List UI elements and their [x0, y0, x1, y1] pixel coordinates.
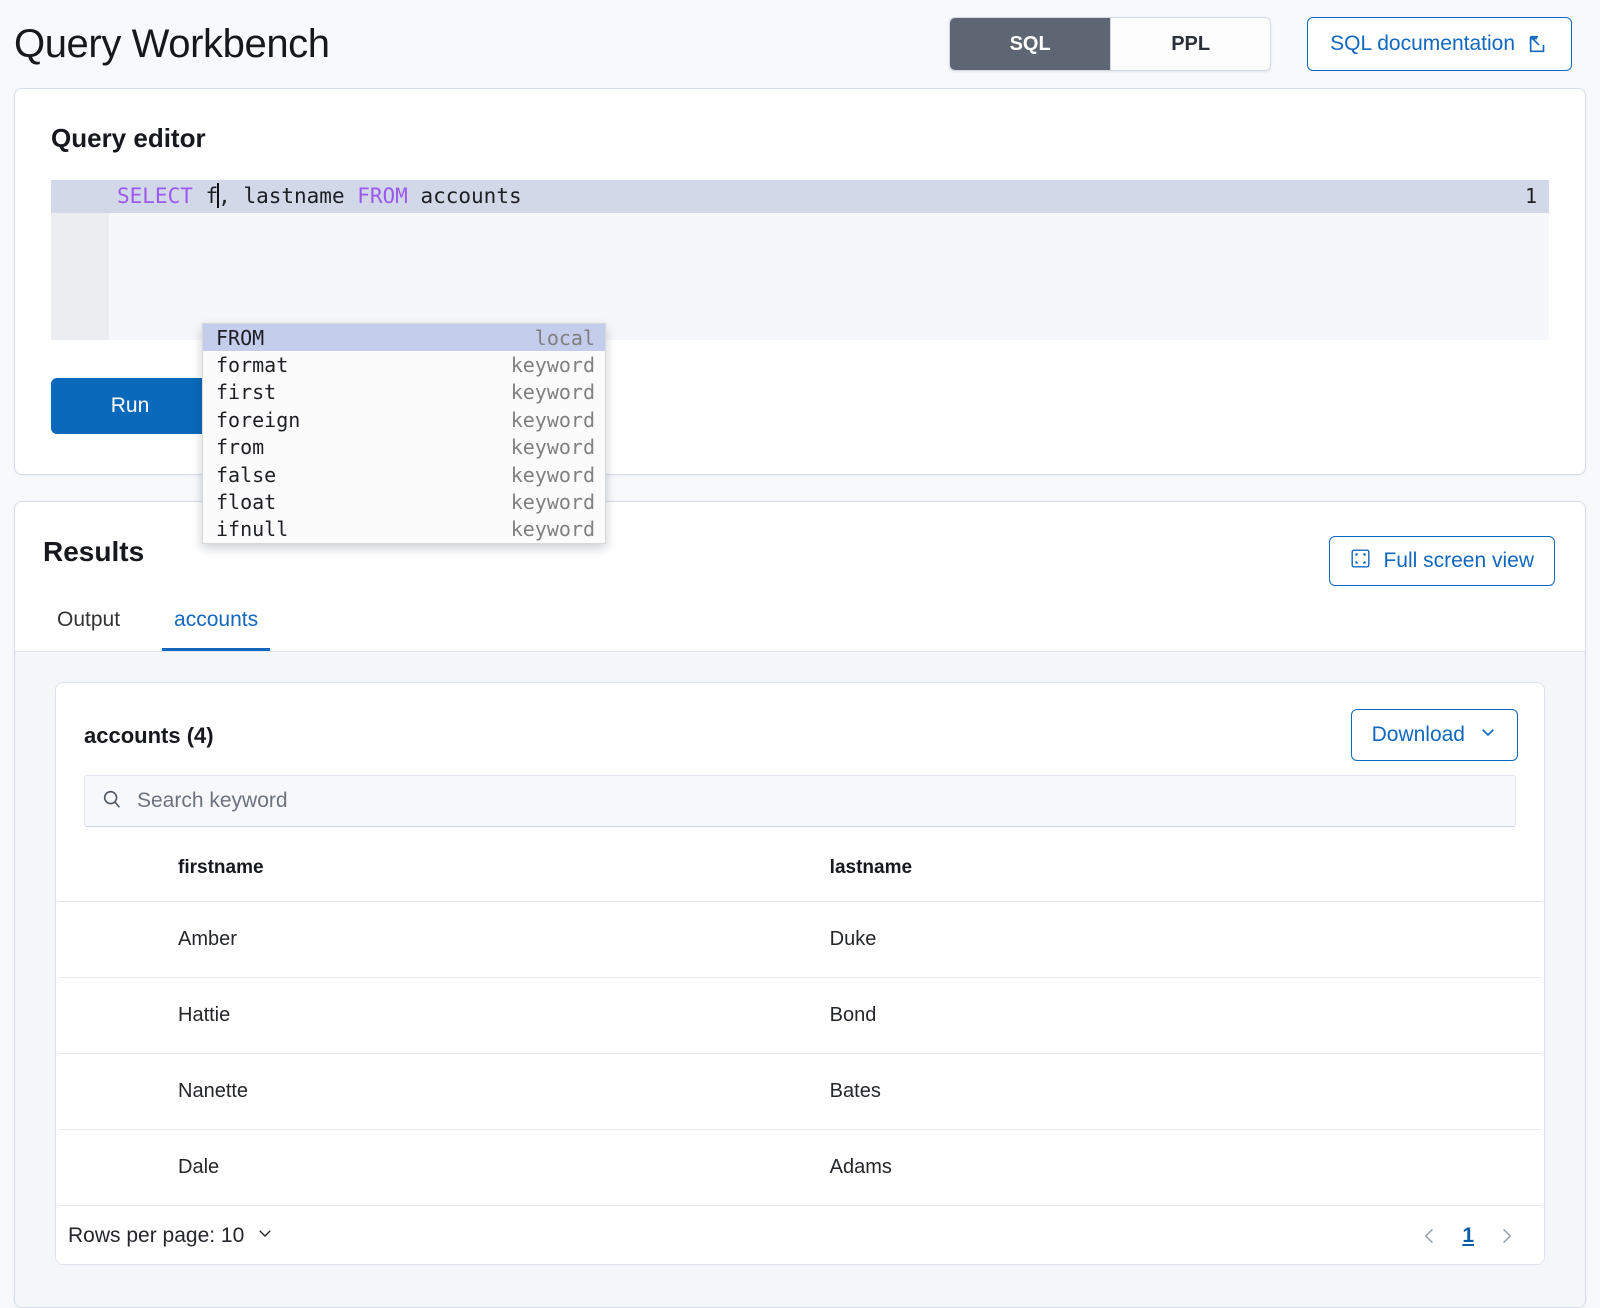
autocomplete-item-text: FROM	[216, 326, 264, 350]
autocomplete-item-text: ifnull	[216, 517, 288, 541]
table-row: Amber Duke	[58, 902, 1542, 978]
column-header-lastname[interactable]: lastname	[830, 851, 1542, 902]
page-header: Query Workbench SQL PPL SQL documentatio…	[0, 0, 1600, 88]
sql-documentation-label: SQL documentation	[1330, 32, 1515, 56]
editor-code-line: SELECT f, lastname FROM accounts	[117, 180, 522, 213]
full-screen-view-button[interactable]: Full screen view	[1329, 536, 1555, 586]
page-number-1[interactable]: 1	[1462, 1224, 1474, 1248]
toggle-sql[interactable]: SQL	[950, 18, 1110, 70]
autocomplete-item-meta: keyword	[511, 353, 595, 377]
page-title: Query Workbench	[14, 24, 330, 64]
autocomplete-item[interactable]: FROM local	[203, 324, 605, 351]
table-body: Amber Duke Hattie Bond Nanette Bates Dal…	[58, 902, 1542, 1206]
autocomplete-dropdown[interactable]: FROM local format keyword first keyword …	[202, 323, 606, 544]
query-editor-heading: Query editor	[51, 123, 1549, 154]
cell-lastname: Adams	[830, 1130, 1542, 1206]
results-tabs: Output accounts	[15, 586, 1585, 652]
autocomplete-item[interactable]: from keyword	[203, 434, 605, 461]
table-row: Dale Adams	[58, 1130, 1542, 1206]
cell-firstname: Hattie	[58, 978, 830, 1054]
autocomplete-item-text: first	[216, 380, 276, 404]
full-screen-view-label: Full screen view	[1383, 549, 1534, 573]
token-table: accounts	[408, 184, 522, 208]
autocomplete-item[interactable]: float keyword	[203, 488, 605, 515]
autocomplete-item[interactable]: first keyword	[203, 379, 605, 406]
chevron-down-icon	[256, 1224, 274, 1248]
cell-lastname: Bates	[830, 1054, 1542, 1130]
chevron-left-icon[interactable]	[1420, 1226, 1440, 1246]
column-header-firstname[interactable]: firstname	[58, 851, 830, 902]
query-editor-panel: Query editor 1 SELECT f, lastname FROM a…	[14, 88, 1586, 475]
token-select: SELECT	[117, 184, 193, 208]
table-footer: Rows per page: 10 1	[56, 1206, 1544, 1264]
cell-firstname: Dale	[58, 1130, 830, 1206]
autocomplete-item-meta: keyword	[511, 517, 595, 541]
autocomplete-item[interactable]: false keyword	[203, 461, 605, 488]
table-row: Hattie Bond	[58, 978, 1542, 1054]
results-body: accounts (4) Download	[15, 652, 1585, 1307]
autocomplete-item-meta: local	[535, 326, 595, 350]
token-from: FROM	[357, 184, 408, 208]
cell-firstname: Amber	[58, 902, 830, 978]
search-icon	[101, 788, 123, 815]
cell-firstname: Nanette	[58, 1054, 830, 1130]
autocomplete-item-meta: keyword	[511, 435, 595, 459]
download-button[interactable]: Download	[1351, 709, 1518, 761]
token-typed: f	[193, 184, 218, 208]
token-rest: , lastname	[218, 184, 357, 208]
download-label: Download	[1372, 723, 1465, 747]
autocomplete-item-meta: keyword	[511, 408, 595, 432]
chevron-down-icon	[1479, 723, 1497, 747]
sql-documentation-button[interactable]: SQL documentation	[1307, 17, 1572, 71]
autocomplete-item[interactable]: foreign keyword	[203, 406, 605, 433]
tab-accounts[interactable]: accounts	[162, 608, 270, 651]
autocomplete-item-text: format	[216, 353, 288, 377]
table-head: firstname lastname	[58, 851, 1542, 902]
fullscreen-icon	[1350, 548, 1371, 575]
cell-lastname: Bond	[830, 978, 1542, 1054]
cell-lastname: Duke	[830, 902, 1542, 978]
run-button[interactable]: Run	[51, 378, 209, 434]
pagination: 1	[1420, 1224, 1516, 1248]
rows-per-page-label: Rows per page: 10	[68, 1224, 244, 1248]
header-actions: SQL PPL SQL documentation	[949, 17, 1572, 71]
chevron-right-icon[interactable]	[1496, 1226, 1516, 1246]
search-bar[interactable]	[84, 775, 1516, 827]
results-panel: Results Full screen view Output accounts…	[14, 501, 1586, 1308]
accounts-table-card: accounts (4) Download	[55, 682, 1545, 1265]
autocomplete-item-meta: keyword	[511, 463, 595, 487]
tab-output[interactable]: Output	[45, 608, 132, 651]
autocomplete-item-meta: keyword	[511, 380, 595, 404]
editor-line-number: 1	[1525, 180, 1537, 213]
table-card-header: accounts (4) Download	[56, 683, 1544, 761]
table-name-label: accounts (4)	[84, 709, 214, 749]
autocomplete-item-text: foreign	[216, 408, 300, 432]
table-header-row: firstname lastname	[58, 851, 1542, 902]
autocomplete-item-text: false	[216, 463, 276, 487]
query-editor-input[interactable]: 1 SELECT f, lastname FROM accounts	[51, 180, 1549, 340]
results-title: Results	[43, 536, 144, 568]
autocomplete-item-text: from	[216, 435, 264, 459]
autocomplete-item[interactable]: ifnull keyword	[203, 516, 605, 543]
toggle-ppl[interactable]: PPL	[1110, 18, 1270, 70]
external-link-icon	[1527, 33, 1549, 55]
table-row: Nanette Bates	[58, 1054, 1542, 1130]
search-input[interactable]	[137, 789, 1499, 813]
rows-per-page-selector[interactable]: Rows per page: 10	[68, 1224, 274, 1248]
autocomplete-item[interactable]: format keyword	[203, 351, 605, 378]
autocomplete-item-text: float	[216, 490, 276, 514]
language-toggle[interactable]: SQL PPL	[949, 17, 1271, 71]
accounts-table: firstname lastname Amber Duke Hattie Bon…	[58, 851, 1542, 1206]
autocomplete-item-meta: keyword	[511, 490, 595, 514]
